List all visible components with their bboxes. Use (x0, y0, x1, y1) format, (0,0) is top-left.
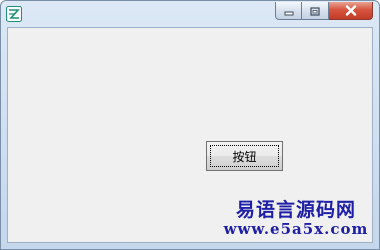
main-button[interactable]: 按钮 (206, 141, 283, 171)
maximize-icon (310, 1, 320, 20)
caption-buttons (275, 2, 373, 22)
maximize-button[interactable] (302, 2, 329, 20)
title-bar[interactable] (1, 1, 379, 27)
minimize-icon (284, 1, 294, 20)
minimize-button[interactable] (275, 2, 302, 20)
app-logo-icon[interactable] (6, 6, 22, 22)
watermark-title: 易语言源码网 (235, 199, 356, 221)
close-icon (345, 1, 357, 20)
close-button[interactable] (329, 2, 373, 20)
watermark: 易语言源码网 www.e5a5x.com (216, 200, 376, 237)
watermark-url: www.e5a5x.com (223, 219, 369, 238)
main-button-label: 按钮 (232, 149, 257, 164)
